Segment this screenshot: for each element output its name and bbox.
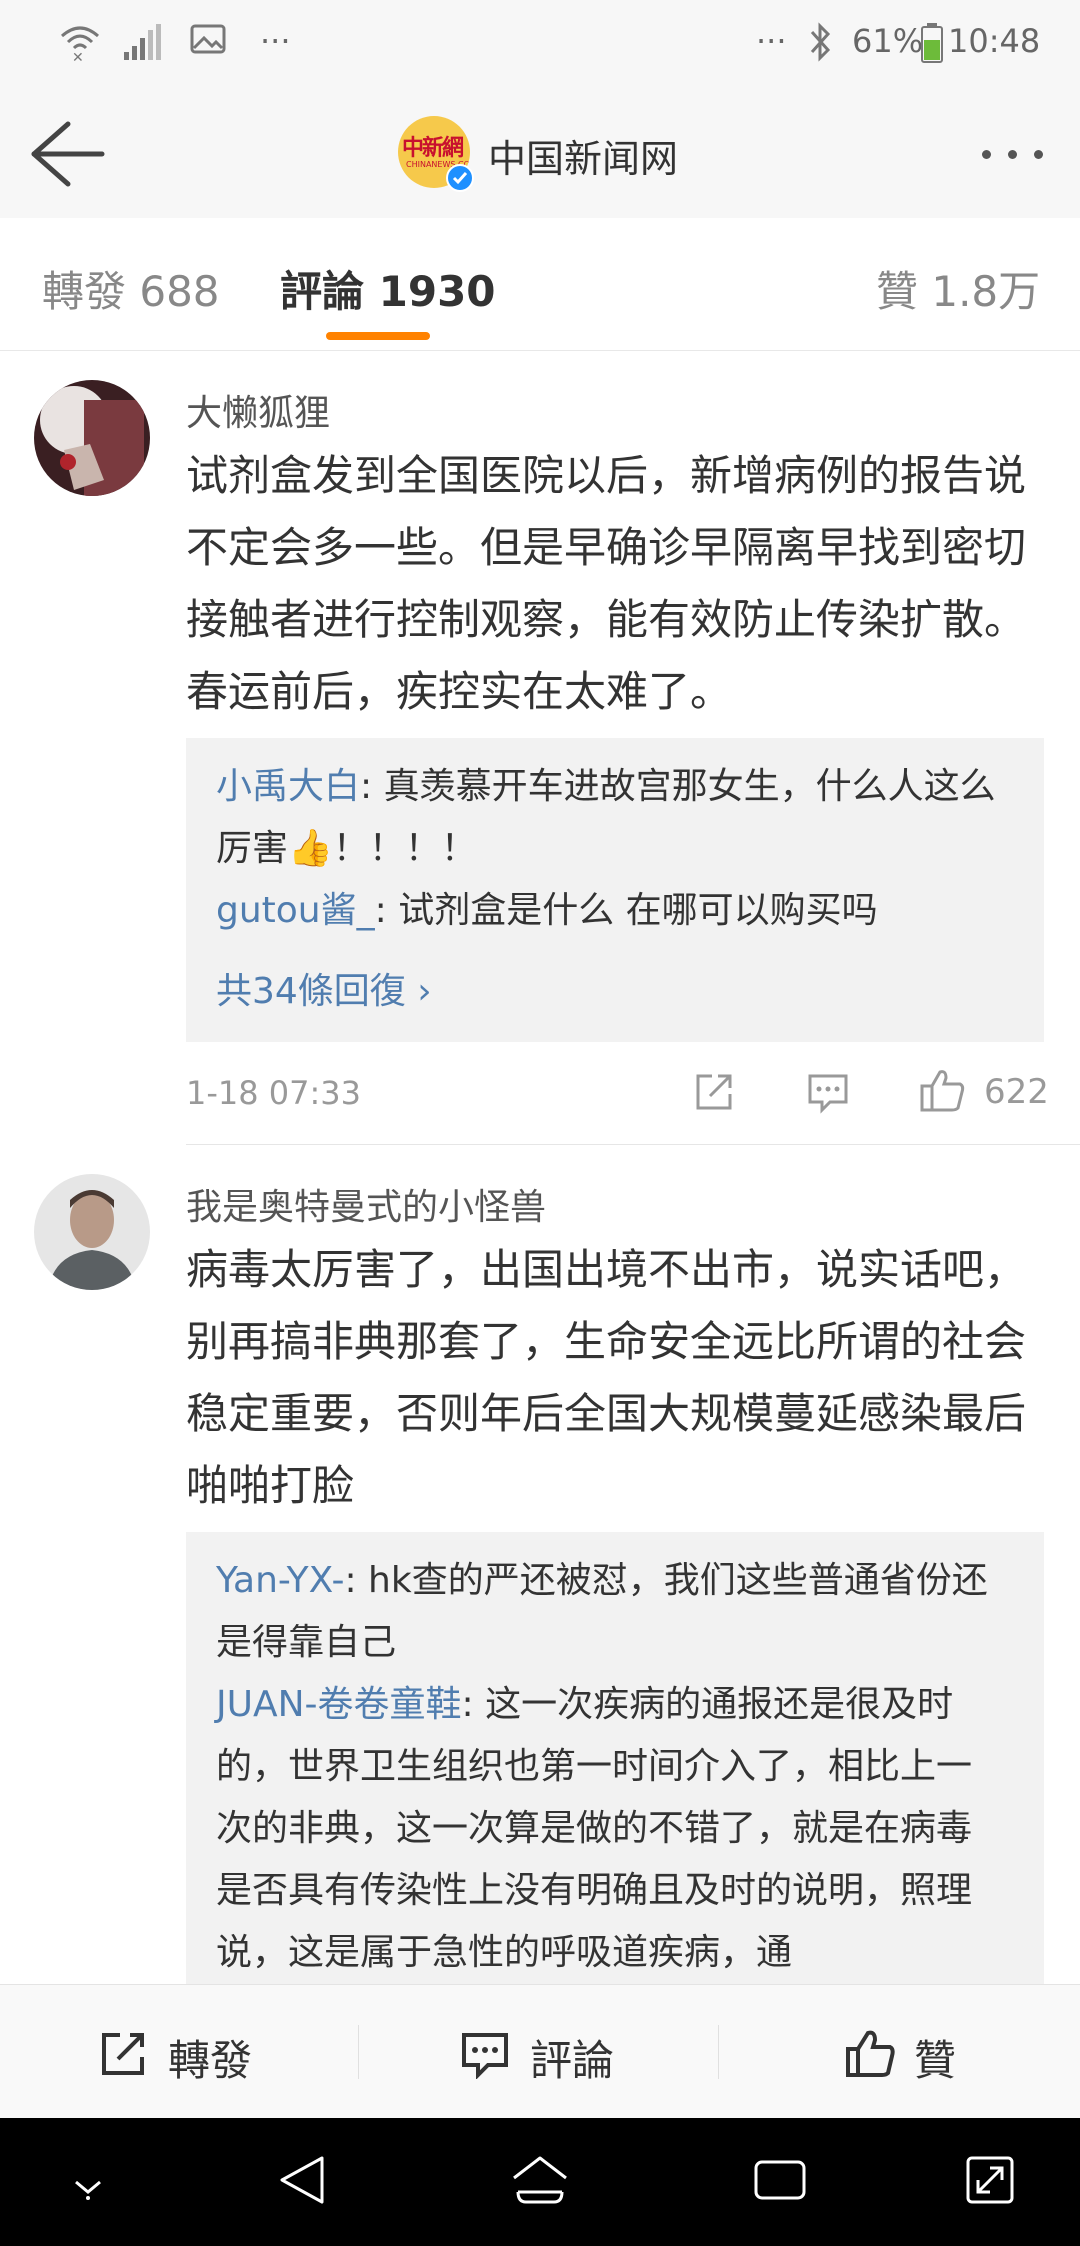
reply-item: Yan-YX-: hk查的严还被怼，我们这些普通省份还是得靠自己 — [216, 1550, 1006, 1674]
home-nav-icon[interactable] — [510, 2152, 570, 2208]
thumbs-up-icon — [846, 2030, 895, 2077]
comment-label: 評論 — [530, 2036, 615, 2085]
tab-reposts[interactable]: 轉發 688 — [42, 258, 220, 319]
more-options-icon[interactable] — [976, 134, 1056, 174]
status-bar: ✕ ··· ··· 61% 10:48 — [0, 0, 1080, 90]
comment-text: 病毒太厉害了，出国出境不出市，说实话吧，别再搞非典那套了，生命安全远比所谓的社会… — [186, 1245, 1027, 1510]
divider — [718, 2025, 719, 2079]
tab-likes[interactable]: 贊 1.8万 — [876, 258, 1040, 319]
like-count: 622 — [984, 1072, 1049, 1112]
back-arrow-icon[interactable] — [28, 116, 108, 192]
cell-signal-icon — [124, 24, 161, 60]
comment-username[interactable]: 我是奥特曼式的小怪兽 — [186, 1178, 546, 1230]
app-header: 中新網 CHINANEWS.COM 中国新闻网 — [0, 90, 1080, 218]
repost-icon — [102, 2033, 144, 2075]
chevron-right-icon: › — [417, 971, 432, 1012]
status-more-right: ··· — [756, 22, 787, 60]
wifi-icon: ✕ — [61, 26, 99, 64]
tab-comments[interactable]: 評論 1930 — [280, 258, 496, 319]
comment-button[interactable]: 評論 — [460, 2021, 630, 2085]
gallery-icon — [190, 24, 226, 54]
reply-username[interactable]: gutou酱_ — [216, 890, 375, 931]
system-nav-bar — [0, 2118, 1080, 2246]
avatar[interactable] — [34, 1174, 150, 1290]
avatar[interactable] — [34, 380, 150, 496]
comment-icon — [462, 2033, 508, 2079]
page-title[interactable]: 中国新闻网 — [488, 128, 678, 183]
expand-screen-icon[interactable] — [964, 2152, 1016, 2208]
reply-icon[interactable] — [806, 1070, 850, 1114]
repost-label: 轉發 — [168, 2036, 253, 2085]
comment-text: 试剂盒发到全国医院以后，新增病例的报告说不定会多一些。但是早确诊早隔离早找到密切… — [186, 451, 1027, 716]
share-icon[interactable] — [692, 1070, 736, 1114]
back-nav-icon[interactable] — [276, 2152, 328, 2208]
svg-text:✕: ✕ — [72, 50, 84, 64]
status-more-left: ··· — [260, 22, 291, 60]
bluetooth-icon — [810, 22, 831, 62]
comment-item: 大懒狐狸 试剂盒发到全国医院以后，新增病例的报告说不定会多一些。但是早确诊早隔离… — [0, 380, 1080, 1140]
reply-item: 小禹大白: 真羡慕开车进故宫那女生，什么人这么厉害👍！！！！ — [216, 756, 1006, 880]
verified-badge-icon — [446, 164, 474, 192]
comment-item: 我是奥特曼式的小怪兽 病毒太厉害了，出国出境不出市，说实话吧，别再搞非典那套了，… — [0, 1174, 1080, 1984]
more-replies-link[interactable]: 共34條回復 › — [216, 962, 432, 1014]
divider — [358, 2025, 359, 2079]
repost-button[interactable]: 轉發 — [98, 2021, 268, 2085]
like-label: 贊 — [914, 2036, 957, 2085]
battery-percent: 61% — [852, 22, 924, 60]
battery-icon — [921, 23, 943, 63]
comment-username[interactable]: 大懒狐狸 — [186, 384, 330, 436]
clock: 10:48 — [948, 22, 1041, 60]
like-button[interactable]: 贊 — [844, 2021, 1014, 2085]
more-replies-label: 共34條回復 — [216, 971, 406, 1012]
reply-username[interactable]: Yan-YX- — [216, 1560, 344, 1601]
reply-item: gutou酱_: 试剂盒是什么 在哪可以购买吗 — [216, 880, 1006, 942]
comment-divider — [186, 1144, 1080, 1145]
reply-username[interactable]: 小禹大白 — [216, 766, 360, 807]
logo-text: 中新網 — [402, 135, 464, 161]
bottom-action-bar: 轉發 評論 贊 — [0, 1984, 1080, 2119]
reply-text: : 试剂盒是什么 在哪可以购买吗 — [374, 890, 878, 931]
reply-item: JUAN-卷卷童鞋: 这一次疾病的通报还是很及时的，世界卫生组织也第一时间介入了… — [216, 1674, 1006, 1984]
comment-timestamp: 1-18 07:33 — [186, 1074, 362, 1112]
tab-bar: 轉發 688 評論 1930 贊 1.8万 — [0, 218, 1080, 351]
reply-username[interactable]: JUAN-卷卷童鞋 — [216, 1684, 462, 1725]
reply-box[interactable]: Yan-YX-: hk查的严还被怼，我们这些普通省份还是得靠自己 JUAN-卷卷… — [186, 1532, 1044, 1984]
hide-keyboard-icon[interactable] — [64, 2164, 112, 2204]
active-tab-indicator — [326, 332, 430, 340]
recents-nav-icon[interactable] — [752, 2152, 808, 2208]
reply-box[interactable]: 小禹大白: 真羡慕开车进故宫那女生，什么人这么厉害👍！！！！ gutou酱_: … — [186, 738, 1044, 1042]
like-icon[interactable] — [918, 1066, 966, 1114]
reply-text: : 这一次疾病的通报还是很及时的，世界卫生组织也第一时间介入了，相比上一次的非典… — [216, 1684, 973, 1973]
